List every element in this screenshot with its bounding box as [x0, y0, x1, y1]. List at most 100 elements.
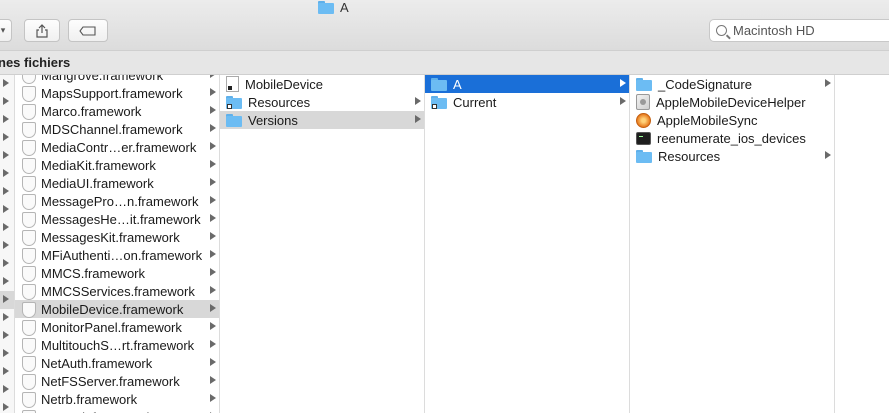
list-item[interactable] — [0, 201, 14, 219]
chevron-right-icon — [3, 223, 9, 231]
list-item[interactable] — [0, 75, 14, 93]
share-button[interactable] — [24, 19, 60, 42]
chevron-right-icon — [415, 115, 421, 123]
list-item[interactable] — [0, 363, 14, 381]
chevron-right-icon — [3, 349, 9, 357]
list-item[interactable] — [0, 111, 14, 129]
chevron-right-icon — [210, 304, 216, 312]
list-item[interactable] — [0, 399, 14, 413]
chevron-right-icon — [825, 79, 831, 87]
list-item[interactable]: MessagesKit.framework — [15, 228, 219, 246]
list-item[interactable]: NetAuth.framework — [15, 354, 219, 372]
chevron-right-icon — [3, 115, 9, 123]
column-0[interactable] — [0, 75, 15, 413]
tag-button[interactable] — [68, 19, 108, 42]
list-item[interactable] — [0, 273, 14, 291]
framework-icon — [21, 139, 36, 156]
list-item[interactable]: NetFSServer.framework — [15, 372, 219, 390]
list-item[interactable]: MessagePro…n.framework — [15, 192, 219, 210]
list-item-applemobilesync[interactable]: AppleMobileSync — [630, 111, 834, 129]
list-item[interactable]: MDSChannel.framework — [15, 120, 219, 138]
list-item[interactable]: MMCS.framework — [15, 264, 219, 282]
column-versions[interactable]: A Current — [425, 75, 630, 413]
list-item[interactable] — [0, 309, 14, 327]
list-item[interactable] — [0, 129, 14, 147]
chevron-right-icon — [3, 133, 9, 141]
list-item[interactable] — [0, 255, 14, 273]
list-item[interactable]: Network.framework — [15, 408, 219, 413]
window-title-text: A — [340, 0, 349, 15]
chevron-right-icon — [3, 403, 9, 411]
list-item[interactable] — [0, 183, 14, 201]
list-item[interactable] — [0, 93, 14, 111]
chevron-right-icon — [210, 250, 216, 258]
column-mobiledevice[interactable]: MobileDevice Resources Versions — [220, 75, 425, 413]
folder-icon — [636, 77, 652, 91]
list-item[interactable]: MFiAuthenti…on.framework — [15, 246, 219, 264]
toolbar: A ▾ Macintosh HD — [0, 0, 889, 50]
list-item-mobiledevice[interactable]: MobileDevice — [220, 75, 424, 93]
chevron-right-icon — [210, 178, 216, 186]
list-item[interactable]: MobileDevice.framework — [15, 300, 219, 318]
chevron-right-icon — [210, 358, 216, 366]
list-item[interactable] — [0, 147, 14, 165]
list-item[interactable]: MMCSServices.framework — [15, 282, 219, 300]
list-item-applemobiledevicehelper[interactable]: AppleMobileDeviceHelper — [630, 93, 834, 111]
item-label: _CodeSignature — [658, 76, 752, 92]
list-item[interactable]: MediaContr…er.framework — [15, 138, 219, 156]
terminal-icon — [636, 131, 651, 145]
chevron-right-icon — [210, 142, 216, 150]
chevron-right-icon — [3, 331, 9, 339]
chevron-right-icon — [210, 322, 216, 330]
framework-icon — [21, 229, 36, 246]
list-item[interactable]: MediaKit.framework — [15, 156, 219, 174]
list-item-resources[interactable]: Resources — [630, 147, 834, 165]
framework-icon — [21, 85, 36, 102]
list-item[interactable] — [0, 345, 14, 363]
path-bar-label: nes fichiers — [0, 55, 71, 70]
column-a[interactable]: _CodeSignature AppleMobileDeviceHelper A… — [630, 75, 835, 413]
chevron-right-icon — [3, 367, 9, 375]
list-item[interactable]: MapsSupport.framework — [15, 84, 219, 102]
item-label: Marco.framework — [41, 103, 142, 119]
folder-icon — [636, 149, 652, 163]
list-item[interactable] — [0, 381, 14, 399]
chevron-right-icon — [210, 88, 216, 96]
list-item[interactable]: Marco.framework — [15, 102, 219, 120]
chevron-right-icon — [210, 124, 216, 132]
list-item[interactable] — [0, 219, 14, 237]
list-item[interactable] — [0, 165, 14, 183]
chevron-right-icon — [210, 268, 216, 276]
list-item[interactable]: MultitouchS…rt.framework — [15, 336, 219, 354]
item-label: Resources — [658, 148, 721, 164]
list-item-a[interactable]: A — [425, 75, 629, 93]
list-item-resources[interactable]: Resources — [220, 93, 424, 111]
framework-icon — [21, 75, 36, 84]
chevron-right-icon — [3, 241, 9, 249]
column-frameworks[interactable]: Mangrove.framework MapsSupport.framework M… — [15, 75, 220, 413]
item-label: MonitorPanel.framework — [41, 319, 182, 335]
chevron-right-icon — [210, 394, 216, 402]
list-item[interactable] — [0, 291, 14, 309]
list-item-reenumerate[interactable]: reenumerate_ios_devices — [630, 129, 834, 147]
search-field[interactable]: Macintosh HD — [709, 19, 889, 42]
item-label: Mangrove.framework — [41, 75, 164, 83]
chevron-right-icon — [3, 79, 9, 87]
list-item-current[interactable]: Current — [425, 93, 629, 111]
chevron-right-icon — [210, 286, 216, 294]
list-item[interactable] — [0, 237, 14, 255]
list-item-codesignature[interactable]: _CodeSignature — [630, 75, 834, 93]
list-item[interactable]: MessagesHe…it.framework — [15, 210, 219, 228]
item-label: Network.framework — [41, 410, 153, 413]
list-item[interactable] — [0, 327, 14, 345]
alias-folder-icon — [431, 95, 447, 109]
view-options-button[interactable]: ▾ — [0, 19, 12, 42]
list-item[interactable]: Mangrove.framework — [15, 75, 219, 84]
list-item[interactable]: MonitorPanel.framework — [15, 318, 219, 336]
list-item[interactable]: MediaUI.framework — [15, 174, 219, 192]
list-item[interactable]: Netrb.framework — [15, 390, 219, 408]
folder-icon — [226, 113, 242, 127]
list-item-versions[interactable]: Versions — [220, 111, 424, 129]
item-label: Current — [453, 94, 497, 110]
item-label: MMCSServices.framework — [41, 283, 195, 299]
